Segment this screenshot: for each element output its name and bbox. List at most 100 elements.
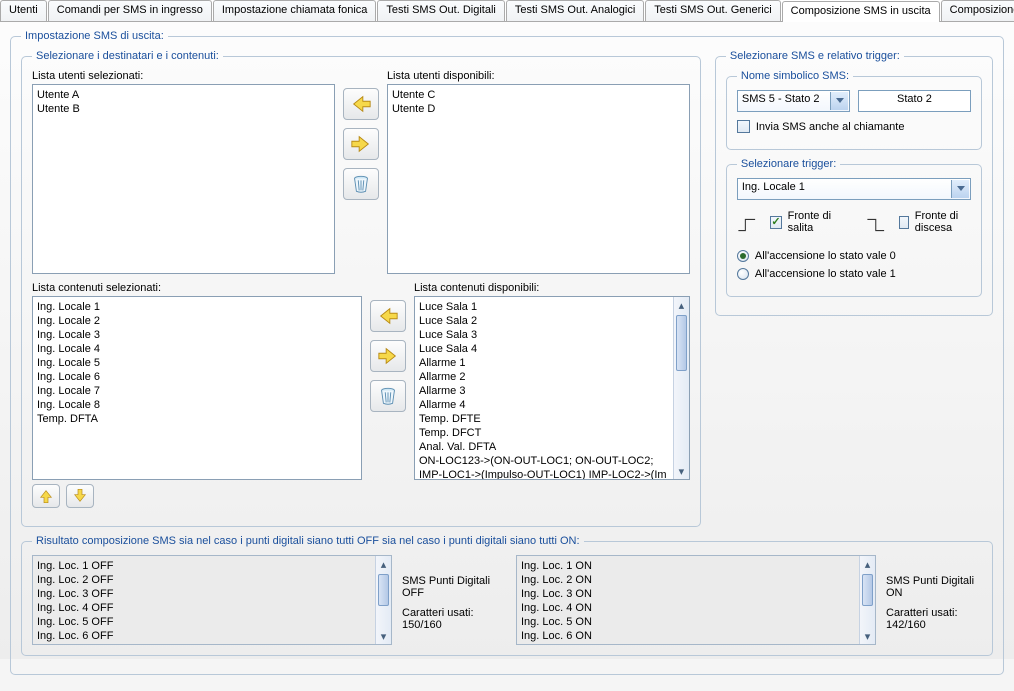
radio-stato-0[interactable]: All'accensione lo stato vale 0 (737, 250, 971, 262)
tab-comandi-sms-in[interactable]: Comandi per SMS in ingresso (48, 0, 212, 21)
tab-utenti[interactable]: Utenti (0, 0, 47, 21)
list-item[interactable]: Ing. Loc. 1 ON (521, 559, 871, 573)
rising-edge-icon (737, 211, 757, 239)
arrow-left-icon (377, 305, 399, 327)
list-item[interactable]: Ing. Loc. 2 OFF (37, 573, 387, 587)
list-item[interactable]: Ing. Locale 4 (37, 342, 357, 356)
scrollbar[interactable]: ▴ ▾ (375, 556, 391, 644)
list-item[interactable]: Ing. Loc. 2 ON (521, 573, 871, 587)
list-item[interactable]: IMP-LOC1->(Impulso-OUT-LOC1) IMP-LOC2->(… (419, 468, 671, 480)
arrow-down-icon (72, 488, 88, 504)
fieldset-main: Impostazione SMS di uscita: Selezionare … (10, 30, 1004, 675)
scroll-down-icon[interactable]: ▾ (860, 628, 875, 644)
tab-chiamata-fonica[interactable]: Impostazione chiamata fonica (213, 0, 377, 21)
scroll-thumb[interactable] (862, 574, 873, 606)
list-item[interactable]: Luce Sala 3 (419, 328, 671, 342)
fieldset-sel-trigger: Selezionare trigger: Ing. Locale 1 Front… (726, 158, 982, 297)
scrollbar[interactable]: ▴ ▾ (673, 297, 689, 479)
move-down-button[interactable] (66, 484, 94, 508)
list-item[interactable]: Ing. Loc. 4 ON (521, 601, 871, 615)
scroll-up-icon[interactable]: ▴ (860, 556, 875, 572)
result-on-title: SMS Punti Digitali ON (886, 575, 982, 599)
list-item[interactable]: Allarme 2 (419, 370, 671, 384)
chk-label: Fronte di salita (788, 210, 834, 234)
label-users-selected: Lista utenti selezionati: (32, 70, 335, 82)
chk-label: Invia SMS anche al chiamante (756, 121, 905, 133)
list-item[interactable]: Ing. Loc. 5 ON (521, 615, 871, 629)
scroll-up-icon[interactable]: ▴ (674, 297, 689, 313)
chk-fronte-discesa[interactable]: Fronte di discesa (899, 210, 971, 234)
list-contents-selected[interactable]: Ing. Locale 1Ing. Locale 2Ing. Locale 3I… (32, 296, 362, 480)
list-item[interactable]: Ing. Loc. 3 ON (521, 587, 871, 601)
move-left-button-2[interactable] (370, 300, 406, 332)
list-item[interactable]: Utente C (392, 88, 685, 102)
list-item[interactable]: Ing. Locale 5 (37, 356, 357, 370)
scroll-thumb[interactable] (378, 574, 389, 606)
move-up-button[interactable] (32, 484, 60, 508)
scrollbar[interactable]: ▴ ▾ (859, 556, 875, 644)
scroll-down-icon[interactable]: ▾ (674, 463, 689, 479)
radio-icon (737, 268, 749, 280)
fieldset-nome-sms: Nome simbolico SMS: SMS 5 - Stato 2 Stat… (726, 70, 982, 150)
list-item[interactable]: Luce Sala 4 (419, 342, 671, 356)
move-left-button[interactable] (343, 88, 379, 120)
list-item[interactable]: Allarme 1 (419, 356, 671, 370)
list-item[interactable]: Ing. Locale 2 (37, 314, 357, 328)
list-item[interactable]: Utente B (37, 102, 330, 116)
fieldset-dest: Selezionare i destinatari e i contenuti:… (21, 50, 701, 527)
chk-fronte-salita[interactable]: Fronte di salita (770, 210, 834, 234)
list-item[interactable]: Allarme 3 (419, 384, 671, 398)
list-item[interactable]: Ing. Loc. 3 OFF (37, 587, 387, 601)
tab-composizione-speciali[interactable]: Composizione SMS speciali (941, 0, 1014, 21)
result-off-list[interactable]: Ing. Loc. 1 OFFIng. Loc. 2 OFFIng. Loc. … (32, 555, 392, 645)
list-item[interactable]: Luce Sala 2 (419, 314, 671, 328)
trigger-select[interactable]: Ing. Locale 1 (737, 178, 971, 200)
tab-sms-out-analogici[interactable]: Testi SMS Out. Analogici (506, 0, 644, 21)
result-off-title: SMS Punti Digitali OFF (402, 575, 498, 599)
tab-composizione-sms[interactable]: Composizione SMS in uscita (782, 1, 940, 22)
list-item[interactable]: Ing. Locale 8 (37, 398, 357, 412)
move-right-button-2[interactable] (370, 340, 406, 372)
result-on-list[interactable]: Ing. Loc. 1 ONIng. Loc. 2 ONIng. Loc. 3 … (516, 555, 876, 645)
sms-name-input[interactable]: Stato 2 (858, 90, 971, 112)
move-right-button[interactable] (343, 128, 379, 160)
list-users-available[interactable]: Utente CUtente D (387, 84, 690, 274)
list-item[interactable]: Ing. Loc. 5 OFF (37, 615, 387, 629)
list-item[interactable]: Ing. Locale 1 (37, 300, 357, 314)
tab-sms-out-generici[interactable]: Testi SMS Out. Generici (645, 0, 780, 21)
trash-icon (350, 173, 372, 195)
list-item[interactable]: Ing. Loc. 1 OFF (37, 559, 387, 573)
scroll-thumb[interactable] (676, 315, 687, 371)
fieldset-trigger: Selezionare SMS e relativo trigger: Nome… (715, 50, 993, 316)
scroll-up-icon[interactable]: ▴ (376, 556, 391, 572)
list-item[interactable]: Temp. DFTE (419, 412, 671, 426)
list-item[interactable]: Utente D (392, 102, 685, 116)
list-item[interactable]: Temp. DFCT (419, 426, 671, 440)
list-item[interactable]: Ing. Loc. 6 ON (521, 629, 871, 643)
list-item[interactable]: Ing. Loc. 4 OFF (37, 601, 387, 615)
list-item[interactable]: Ing. Loc. 6 OFF (37, 629, 387, 643)
tab-sms-out-digitali[interactable]: Testi SMS Out. Digitali (377, 0, 504, 21)
chk-invia-chiamante[interactable]: Invia SMS anche al chiamante (737, 120, 971, 133)
legend-result: Risultato composizione SMS sia nel caso … (32, 535, 584, 547)
list-item[interactable]: Allarme 4 (419, 398, 671, 412)
list-contents-available[interactable]: Luce Sala 1Luce Sala 2Luce Sala 3Luce Sa… (414, 296, 690, 480)
checkbox-icon (899, 216, 908, 229)
tabstrip: Utenti Comandi per SMS in ingresso Impos… (0, 0, 1014, 22)
result-on-chars: Caratteri usati: 142/160 (886, 607, 982, 631)
list-item[interactable]: Utente A (37, 88, 330, 102)
list-item[interactable]: Anal. Val. DFTA (419, 440, 671, 454)
list-item[interactable]: Ing. Locale 7 (37, 384, 357, 398)
clear-contents-button[interactable] (370, 380, 406, 412)
list-users-selected[interactable]: Utente AUtente B (32, 84, 335, 274)
list-item[interactable]: Ing. Locale 6 (37, 370, 357, 384)
list-item[interactable]: Luce Sala 1 (419, 300, 671, 314)
clear-users-button[interactable] (343, 168, 379, 200)
list-item[interactable]: Ing. Locale 3 (37, 328, 357, 342)
scroll-down-icon[interactable]: ▾ (376, 628, 391, 644)
list-item[interactable]: Temp. DFTA (37, 412, 357, 426)
radio-stato-1[interactable]: All'accensione lo stato vale 1 (737, 268, 971, 280)
list-item[interactable]: ON-LOC123->(ON-OUT-LOC1; ON-OUT-LOC2; (419, 454, 671, 468)
label-users-available: Lista utenti disponibili: (387, 70, 690, 82)
sms-select[interactable]: SMS 5 - Stato 2 (737, 90, 850, 112)
